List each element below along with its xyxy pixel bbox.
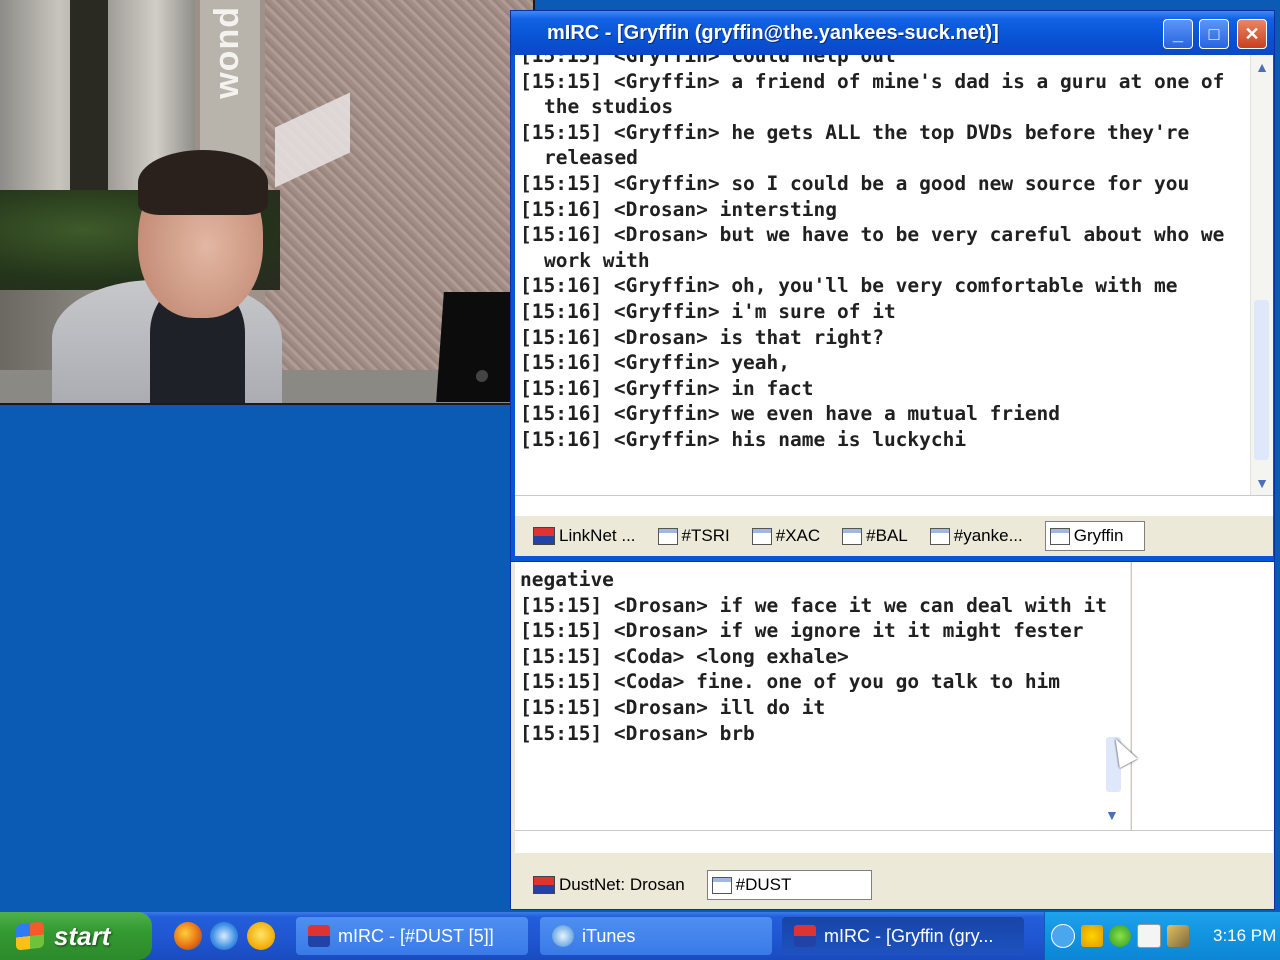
itunes-icon [552, 925, 574, 947]
switchbar-button[interactable]: Gryffin [1044, 521, 1145, 551]
switchbar-button[interactable]: #BAL [838, 521, 912, 551]
chat-line: [15:16] <Gryffin> his name is luckychi [520, 427, 967, 451]
chat-line: [15:15] <Coda> <long exhale> [520, 644, 849, 668]
network-icon[interactable] [1167, 925, 1189, 947]
messenger-icon[interactable] [247, 922, 275, 950]
chat-line: [15:16] <Drosan> intersting [520, 197, 837, 221]
chat-scrollbar[interactable]: ▲ ▼ [1250, 55, 1273, 495]
channel-icon [929, 527, 950, 545]
title-bar[interactable]: mIRC - [Gryffin (gryffin@the.yankees-suc… [511, 11, 1274, 55]
chat-line: [15:16] <Drosan> but we have to be very … [520, 223, 1237, 272]
channel-icon [842, 527, 863, 545]
taskbar-button-label: mIRC - [Gryffin (gry... [824, 925, 994, 946]
chat-line: [15:15] <Drosan> ill do it [520, 695, 826, 719]
scroll-thumb[interactable] [1254, 300, 1269, 460]
chat-line: [15:15] <Gryffin> could help out [520, 55, 896, 67]
person-hair [138, 150, 268, 215]
window-title: mIRC - [Gryffin (gryffin@the.yankees-suc… [547, 22, 999, 44]
mirc-main-window: mIRC - [Gryffin (gryffin@the.yankees-suc… [510, 10, 1275, 562]
channel-icon [751, 527, 772, 545]
chat-line: negative [520, 568, 614, 591]
mirc-channel-window: negative [15:15] <Drosan> if we face it w… [510, 562, 1275, 910]
switchbar-label: #TSRI [681, 526, 730, 545]
webcam-video: wond [0, 0, 535, 405]
chat-line: [15:15] <Coda> fine. one of you go talk … [520, 670, 1061, 694]
switchbar-button[interactable]: LinkNet ... [529, 521, 640, 551]
minimize-icon: _ [1172, 23, 1183, 44]
chat-line: [15:15] <Gryffin> a friend of mine's dad… [520, 69, 1237, 119]
chat-line: [15:16] <Gryffin> i'm sure of it [520, 299, 896, 323]
switchbar-label: LinkNet ... [559, 526, 636, 545]
scroll-down-icon[interactable]: ▼ [1105, 807, 1119, 823]
taskbar-button[interactable]: mIRC - [Gryffin (gry... [782, 917, 1024, 955]
channel-icon [657, 527, 678, 545]
start-label: start [54, 920, 111, 951]
maximize-icon: □ [1208, 23, 1220, 44]
taskbar: start mIRC - [#DUST [5]] iTunes mIRC - [Gr… [0, 912, 1280, 960]
ie-icon[interactable] [210, 922, 238, 950]
switchbar-button[interactable]: #XAC [748, 521, 824, 551]
minimize-button[interactable]: _ [1163, 19, 1193, 49]
switchbar-label: #yanke... [953, 526, 1023, 545]
channel-chat-log[interactable]: negative [15:15] <Drosan> if we face it w… [515, 562, 1130, 830]
switchbar-button[interactable]: #yanke... [926, 521, 1027, 551]
switchbar-label: #DUST [735, 875, 792, 894]
taskbar-button[interactable]: mIRC - [#DUST [5]] [296, 917, 528, 955]
switchbar-label: #XAC [775, 526, 821, 545]
chat-line: [15:16] <Gryffin> we even have a mutual … [520, 402, 1061, 426]
windows-logo-icon [16, 921, 44, 951]
aim-icon[interactable] [1081, 925, 1103, 947]
chat-lines: [15:15] <Gryffin> could help out [15:15] … [520, 55, 1250, 453]
maximize-button[interactable]: □ [1199, 19, 1229, 49]
chat-line: [15:15] <Gryffin> he gets ALL the top DV… [520, 120, 1201, 170]
switchbar-button[interactable]: DustNet: Drosan [529, 870, 689, 900]
channel-message-input[interactable] [515, 830, 1273, 853]
clock: 3:16 PM [1213, 926, 1277, 945]
chat-line: [15:15] <Drosan> brb [520, 721, 755, 745]
scroll-down-icon[interactable]: ▼ [1253, 474, 1271, 492]
switchbar-label: Gryffin [1073, 526, 1124, 545]
firefox-icon[interactable] [174, 922, 202, 950]
chat-line: [15:16] <Gryffin> yeah, [520, 351, 791, 375]
mirc-icon [794, 925, 816, 947]
sign: wond [200, 0, 260, 170]
chat-line: [15:16] <Gryffin> in fact [520, 376, 814, 400]
message-input[interactable] [515, 495, 1273, 516]
nick-list[interactable] [1131, 562, 1274, 830]
taskbar-button-label: mIRC - [#DUST [5]] [338, 925, 494, 946]
query-icon [1049, 527, 1070, 545]
chat-lines: negative [15:15] <Drosan> if we face it w… [520, 567, 1130, 746]
query-chat-log[interactable]: [15:15] <Gryffin> could help out [15:15] … [515, 55, 1273, 495]
start-button[interactable]: start [0, 912, 152, 960]
switchbar-label: DustNet: Drosan [559, 875, 685, 894]
close-button[interactable]: ✕ [1237, 19, 1267, 49]
close-icon: ✕ [1244, 23, 1260, 44]
window-icon[interactable] [1137, 924, 1161, 948]
switchbar-label: #BAL [866, 526, 908, 545]
chat-line: [15:15] <Gryffin> so I could be a good n… [520, 171, 1190, 195]
scroll-up-icon[interactable]: ▲ [1253, 58, 1271, 76]
mirc-icon [308, 925, 330, 947]
flower-icon[interactable] [1109, 925, 1131, 947]
window-switchbar: LinkNet ... #TSRI #XAC #BAL #yanke... Gryffin [515, 516, 1273, 556]
chat-line: [15:15] <Drosan> if we ignore it it migh… [520, 619, 1084, 643]
chat-line: [15:15] <Drosan> if we face it we can de… [520, 593, 1107, 617]
taskbar-button-label: iTunes [582, 925, 636, 946]
chat-line: [15:16] <Gryffin> oh, you'll be very com… [520, 274, 1178, 298]
window-switchbar: DustNet: Drosan #DUST [515, 867, 1273, 903]
sign-text: wond [208, 6, 246, 99]
status-icon [533, 527, 555, 545]
system-tray: 3:16 PM [1044, 912, 1280, 960]
taskbar-button[interactable]: iTunes [540, 917, 772, 955]
chevron-left-icon[interactable] [1051, 924, 1075, 948]
chat-line: [15:16] <Drosan> is that right? [520, 325, 884, 349]
switchbar-button[interactable]: #DUST [706, 870, 872, 900]
status-icon [533, 876, 555, 894]
switchbar-button[interactable]: #TSRI [654, 521, 734, 551]
channel-icon [711, 876, 732, 894]
